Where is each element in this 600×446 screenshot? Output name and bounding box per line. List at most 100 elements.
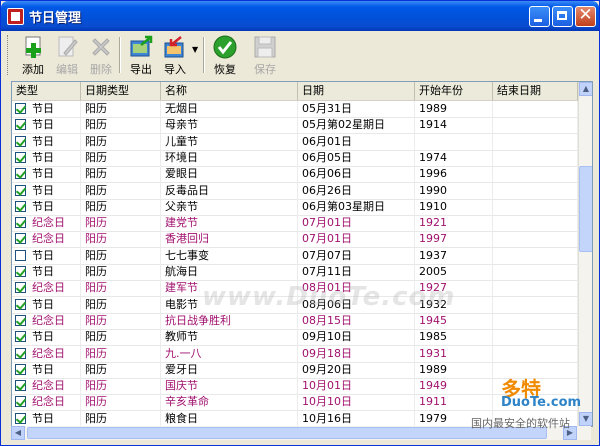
cell-start: 1914: [415, 117, 493, 134]
cell-type: 纪念日: [12, 345, 81, 362]
restore-button[interactable]: 恢复: [205, 33, 245, 77]
cell-type: 节日: [12, 410, 81, 426]
main-window: 节日管理 ✕ 添加 编辑 删除 导出 导入 ▼ 恢复 保存 类型 日期类型 名称…: [0, 0, 600, 446]
import-label: 导入: [164, 63, 186, 76]
table-row[interactable]: 节日 阳历 无烟日 05月31日 1989: [12, 101, 578, 118]
cell-start: 1996: [415, 166, 493, 183]
export-icon: [130, 35, 153, 57]
column-header-date[interactable]: 日期: [298, 82, 415, 100]
cell-end: [493, 101, 578, 117]
cell-end: [493, 280, 578, 297]
cell-date: 07月01日: [298, 215, 415, 232]
table-row[interactable]: 节日 阳历 环境日 06月05日 1974: [12, 149, 578, 167]
cell-start: 1989: [415, 101, 493, 117]
close-button[interactable]: ✕: [575, 6, 596, 27]
cell-datetype: 阳历: [81, 133, 161, 150]
save-icon: [254, 36, 276, 58]
cell-datetype: 阳历: [81, 149, 161, 166]
column-header-start-year[interactable]: 开始年份: [415, 82, 493, 100]
scroll-up-button[interactable]: ▲: [579, 82, 592, 96]
cell-end: [493, 215, 578, 232]
cell-type: 节日: [12, 117, 81, 134]
cell-date: 07月11日: [298, 264, 415, 280]
table-row[interactable]: 节日 阳历 母亲节 05月第02星期日 1914: [12, 117, 578, 135]
cell-name: 环境日: [161, 149, 298, 166]
cell-type: 纪念日: [12, 231, 81, 248]
maximize-icon: [557, 11, 567, 20]
cell-type: 节日: [12, 182, 81, 199]
table-row[interactable]: 节日 阳历 航海日 07月11日 2005: [12, 264, 578, 281]
column-header-date-type[interactable]: 日期类型: [81, 82, 161, 100]
toolbar: 添加 编辑 删除 导出 导入 ▼ 恢复 保存: [5, 31, 595, 79]
cell-start: 1910: [415, 198, 493, 215]
cell-type: 节日: [12, 133, 81, 150]
cell-end: [493, 166, 578, 183]
cell-date: 06月06日: [298, 166, 415, 183]
cell-type: 纪念日: [12, 215, 81, 232]
cell-datetype: 阳历: [81, 378, 161, 395]
import-icon: [164, 36, 184, 58]
edit-icon: [58, 36, 78, 57]
cell-datetype: 阳历: [81, 296, 161, 313]
cell-name: 建党节: [161, 215, 298, 232]
cell-start: 1997: [415, 231, 493, 248]
table-row[interactable]: 节日 阳历 反毒品日 06月26日 1990: [12, 182, 578, 200]
cell-name: 抗日战争胜利: [161, 312, 298, 329]
cell-date: 10月16日: [298, 410, 415, 426]
save-label: 保存: [254, 63, 276, 76]
cell-type: 纪念日: [12, 280, 81, 297]
table-row[interactable]: 节日 阳历 儿童节 06月01日: [12, 133, 578, 151]
table-row[interactable]: 节日 阳历 爱眼日 06月06日 1996: [12, 166, 578, 184]
table-row[interactable]: 节日 阳历 父亲节 06月第03星期日 1910: [12, 198, 578, 216]
delete-button[interactable]: 删除: [81, 33, 121, 77]
cell-type: 节日: [12, 149, 81, 166]
title-bar[interactable]: 节日管理 ✕: [1, 1, 599, 31]
scroll-left-button[interactable]: ◀: [11, 426, 25, 440]
cell-end: [493, 231, 578, 248]
cell-date: 10月10日: [298, 394, 415, 411]
horizontal-scroll-thumb[interactable]: [27, 427, 547, 439]
cell-name: 粮食日: [161, 410, 298, 426]
import-dropdown-icon[interactable]: ▼: [192, 45, 198, 54]
cell-start: 1945: [415, 312, 493, 329]
cell-datetype: 阳历: [81, 312, 161, 329]
cell-datetype: 阳历: [81, 280, 161, 297]
cell-type: 节日: [12, 198, 81, 215]
import-button[interactable]: 导入: [155, 33, 195, 77]
table-row[interactable]: 纪念日 阳历 九.一八 09月18日 1931: [12, 345, 578, 363]
table-row[interactable]: 纪念日 阳历 建党节 07月01日 1921: [12, 215, 578, 233]
cell-type: 节日: [12, 101, 81, 117]
cell-datetype: 阳历: [81, 231, 161, 248]
maximize-button[interactable]: [552, 6, 573, 27]
cell-date: 08月15日: [298, 312, 415, 329]
column-header-name[interactable]: 名称: [161, 82, 298, 100]
toolbar-grip[interactable]: [7, 35, 11, 75]
vertical-scroll-thumb[interactable]: [579, 166, 592, 252]
cell-type: 纪念日: [12, 378, 81, 395]
cell-type: 节日: [12, 296, 81, 313]
column-header-end-date[interactable]: 结束日期: [493, 82, 578, 100]
cell-date: 07月07日: [298, 247, 415, 264]
cell-start: 1990: [415, 182, 493, 199]
cell-datetype: 阳历: [81, 394, 161, 411]
cell-name: 反毒品日: [161, 182, 298, 199]
cell-name: 航海日: [161, 264, 298, 280]
column-header-type[interactable]: 类型: [12, 82, 81, 100]
close-icon: ✕: [578, 5, 593, 25]
watermark: www.DuoTe.com: [202, 282, 456, 312]
cell-datetype: 阳历: [81, 345, 161, 362]
table-row[interactable]: 节日 阳历 教师节 09月10日 1985: [12, 329, 578, 347]
cell-datetype: 阳历: [81, 329, 161, 346]
table-row[interactable]: 纪念日 阳历 香港回归 07月01日 1997: [12, 231, 578, 249]
table-row[interactable]: 节日 阳历 七七事变 07月07日 1937: [12, 247, 578, 265]
table-header: 类型 日期类型 名称 日期 开始年份 结束日期: [12, 82, 578, 101]
cell-end: [493, 296, 578, 313]
minimize-button[interactable]: [529, 6, 550, 27]
cell-start: 1974: [415, 149, 493, 166]
delete-label: 删除: [90, 63, 112, 76]
save-button[interactable]: 保存: [245, 33, 285, 77]
cell-date: 09月10日: [298, 329, 415, 346]
cell-start: 2005: [415, 264, 493, 280]
table-row[interactable]: 纪念日 阳历 抗日战争胜利 08月15日 1945: [12, 312, 578, 330]
cell-start: 1937: [415, 247, 493, 264]
